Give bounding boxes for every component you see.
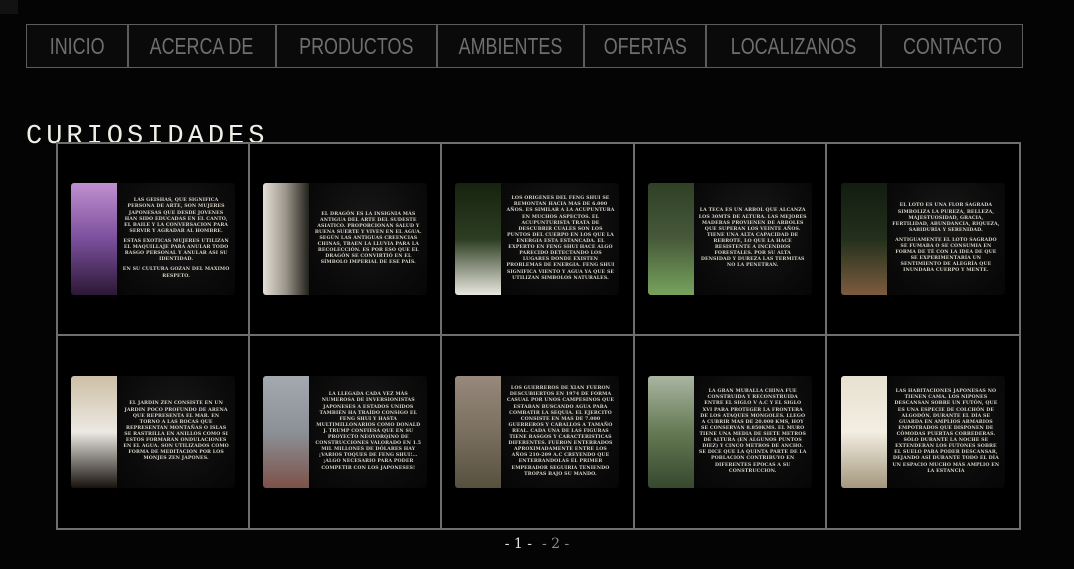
nav-button-contacto[interactable]: CONTACTO xyxy=(881,24,1023,68)
card-habitaciones[interactable]: LAS HABITACIONES JAPONESAS NO TIENEN CAM… xyxy=(841,376,1005,488)
card-paragraph: EN SU CULTURA GOZAN DEL MAXIMO RESPETO. xyxy=(122,267,230,279)
card-paragraph: LAS GEISHAS, QUE SIGNIFICA PERSONA DE AR… xyxy=(122,198,230,235)
card-paragraph: ANTIGUAMENTE EL LOTO SAGRADO SE FUMABA O… xyxy=(892,238,1000,275)
card-text-panel: EL LOTO ES UNA FLOR SAGRADA SIMBOLIZA LA… xyxy=(887,183,1005,295)
card-text-panel: LA TECA ES UN ARBOL QUE ALCANZA LOS 30MT… xyxy=(694,183,812,295)
card-paragraph: ESTAS EXOTICAS MUJERES UTILIZAN EL MAQUI… xyxy=(122,239,230,263)
grid-cell: LOS GUERREROS DE XIAN FUERON DESCUBIERTO… xyxy=(442,336,634,528)
garden-furniture-photo xyxy=(455,183,501,295)
card-inversionistas[interactable]: LA LLEGADA CADA VEZ MÁS NUMEROSA DE INVE… xyxy=(263,376,427,488)
nav-button-label: CONTACTO xyxy=(903,33,1002,60)
card-text-panel: LOS ORIGENES DEL FENG SHUI SE REMONTAN H… xyxy=(501,183,619,295)
pearl-tower-photo xyxy=(263,376,309,488)
card-paragraph: LA LLEGADA CADA VEZ MÁS NUMEROSA DE INVE… xyxy=(314,392,422,471)
nav-button-productos[interactable]: PRODUCTOS xyxy=(276,24,437,68)
nav-button-acerca-de[interactable]: ACERCA DE xyxy=(128,24,276,68)
nav-button-label: PRODUCTOS xyxy=(299,33,413,60)
grid-cell: EL LOTO ES UNA FLOR SAGRADA SIMBOLIZA LA… xyxy=(827,144,1019,336)
nav-button-label: INICIO xyxy=(50,33,105,60)
card-paragraph: EL LOTO ES UNA FLOR SAGRADA SIMBOLIZA LA… xyxy=(892,203,1000,234)
grid-cell: LA TECA ES UN ARBOL QUE ALCANZA LOS 30MT… xyxy=(635,144,827,336)
card-text-panel: EL JARDIN ZEN CONSISTE EN UN JARDIN POCO… xyxy=(117,376,235,488)
card-paragraph: LOS GUERREROS DE XIAN FUERON DESCUBIERTO… xyxy=(506,386,614,478)
card-text-panel: LAS GEISHAS, QUE SIGNIFICA PERSONA DE AR… xyxy=(117,183,235,295)
card-teca[interactable]: LA TECA ES UN ARBOL QUE ALCANZA LOS 30MT… xyxy=(648,183,812,295)
card-text-panel: LOS GUERREROS DE XIAN FUERON DESCUBIERTO… xyxy=(501,376,619,488)
card-text-panel: EL DRAGÓN ES LA INSIGNIA MÁS ANTIGUA DEL… xyxy=(309,183,427,295)
nav-button-label: AMBIENTES xyxy=(459,33,563,60)
teak-forest-photo xyxy=(648,183,694,295)
grid-cell: EL JARDIN ZEN CONSISTE EN UN JARDIN POCO… xyxy=(58,336,250,528)
lotus-buddha-garden-photo xyxy=(841,183,887,295)
nav-button-label: LOCALIZANOS xyxy=(731,33,857,60)
nav-button-label: ACERCA DE xyxy=(150,33,254,60)
page-link-2[interactable]: - 2 - xyxy=(542,536,569,552)
card-text-panel: LAS HABITACIONES JAPONESAS NO TIENEN CAM… xyxy=(887,376,1005,488)
card-guerreros-xian[interactable]: LOS GUERREROS DE XIAN FUERON DESCUBIERTO… xyxy=(455,376,619,488)
page-corner-shade xyxy=(0,0,18,14)
card-paragraph: LA TECA ES UN ARBOL QUE ALCANZA LOS 30MT… xyxy=(699,208,807,269)
grid-cell: LA GRAN MURALLA CHINA FUE CONSTRUIDA Y R… xyxy=(635,336,827,528)
grid-cell: LA LLEGADA CADA VEZ MÁS NUMEROSA DE INVE… xyxy=(250,336,442,528)
nav-button-ofertas[interactable]: OFERTAS xyxy=(584,24,706,68)
grid-cell: LOS ORIGENES DEL FENG SHUI SE REMONTAN H… xyxy=(442,144,634,336)
cards-grid: LAS GEISHAS, QUE SIGNIFICA PERSONA DE AR… xyxy=(56,142,1021,530)
asian-statue-photo xyxy=(263,183,309,295)
grid-cell: LAS HABITACIONES JAPONESAS NO TIENEN CAM… xyxy=(827,336,1019,528)
main-nav: INICIO ACERCA DE PRODUCTOS AMBIENTES OFERTAS… xyxy=(26,23,1023,69)
page-link-1[interactable]: - 1 - xyxy=(505,536,532,552)
nav-button-ambientes[interactable]: AMBIENTES xyxy=(437,24,585,68)
card-geishas[interactable]: LAS GEISHAS, QUE SIGNIFICA PERSONA DE AR… xyxy=(71,183,235,295)
grid-cell: EL DRAGÓN ES LA INSIGNIA MÁS ANTIGUA DEL… xyxy=(250,144,442,336)
geisha-portrait-photo xyxy=(71,183,117,295)
card-paragraph: EL JARDIN ZEN CONSISTE EN UN JARDIN POCO… xyxy=(122,401,230,462)
great-wall-valley-photo xyxy=(648,376,694,488)
nav-button-inicio[interactable]: INICIO xyxy=(26,24,128,68)
grid-cell: LAS GEISHAS, QUE SIGNIFICA PERSONA DE AR… xyxy=(58,144,250,336)
card-paragraph: EL DRAGÓN ES LA INSIGNIA MÁS ANTIGUA DEL… xyxy=(314,212,422,267)
card-gran-muralla[interactable]: LA GRAN MURALLA CHINA FUE CONSTRUIDA Y R… xyxy=(648,376,812,488)
card-jardin-zen[interactable]: EL JARDIN ZEN CONSISTE EN UN JARDIN POCO… xyxy=(71,376,235,488)
card-text-panel: LA GRAN MURALLA CHINA FUE CONSTRUIDA Y R… xyxy=(694,376,812,488)
zen-garden-bowl-photo xyxy=(71,376,117,488)
card-paragraph: LA GRAN MURALLA CHINA FUE CONSTRUIDA Y R… xyxy=(699,389,807,475)
card-paragraph: LOS ORIGENES DEL FENG SHUI SE REMONTAN H… xyxy=(506,196,614,282)
card-dragon[interactable]: EL DRAGÓN ES LA INSIGNIA MÁS ANTIGUA DEL… xyxy=(263,183,427,295)
card-paragraph: LAS HABITACIONES JAPONESAS NO TIENEN CAM… xyxy=(892,389,1000,475)
card-text-panel: LA LLEGADA CADA VEZ MÁS NUMEROSA DE INVE… xyxy=(309,376,427,488)
nav-button-label: OFERTAS xyxy=(604,33,687,60)
pagination: - 1 - - 2 - xyxy=(0,536,1074,552)
nav-button-localizanos[interactable]: LOCALIZANOS xyxy=(706,24,881,68)
futon-bedroom-photo xyxy=(841,376,887,488)
card-loto[interactable]: EL LOTO ES UNA FLOR SAGRADA SIMBOLIZA LA… xyxy=(841,183,1005,295)
card-feng-shui[interactable]: LOS ORIGENES DEL FENG SHUI SE REMONTAN H… xyxy=(455,183,619,295)
terracotta-warriors-photo xyxy=(455,376,501,488)
